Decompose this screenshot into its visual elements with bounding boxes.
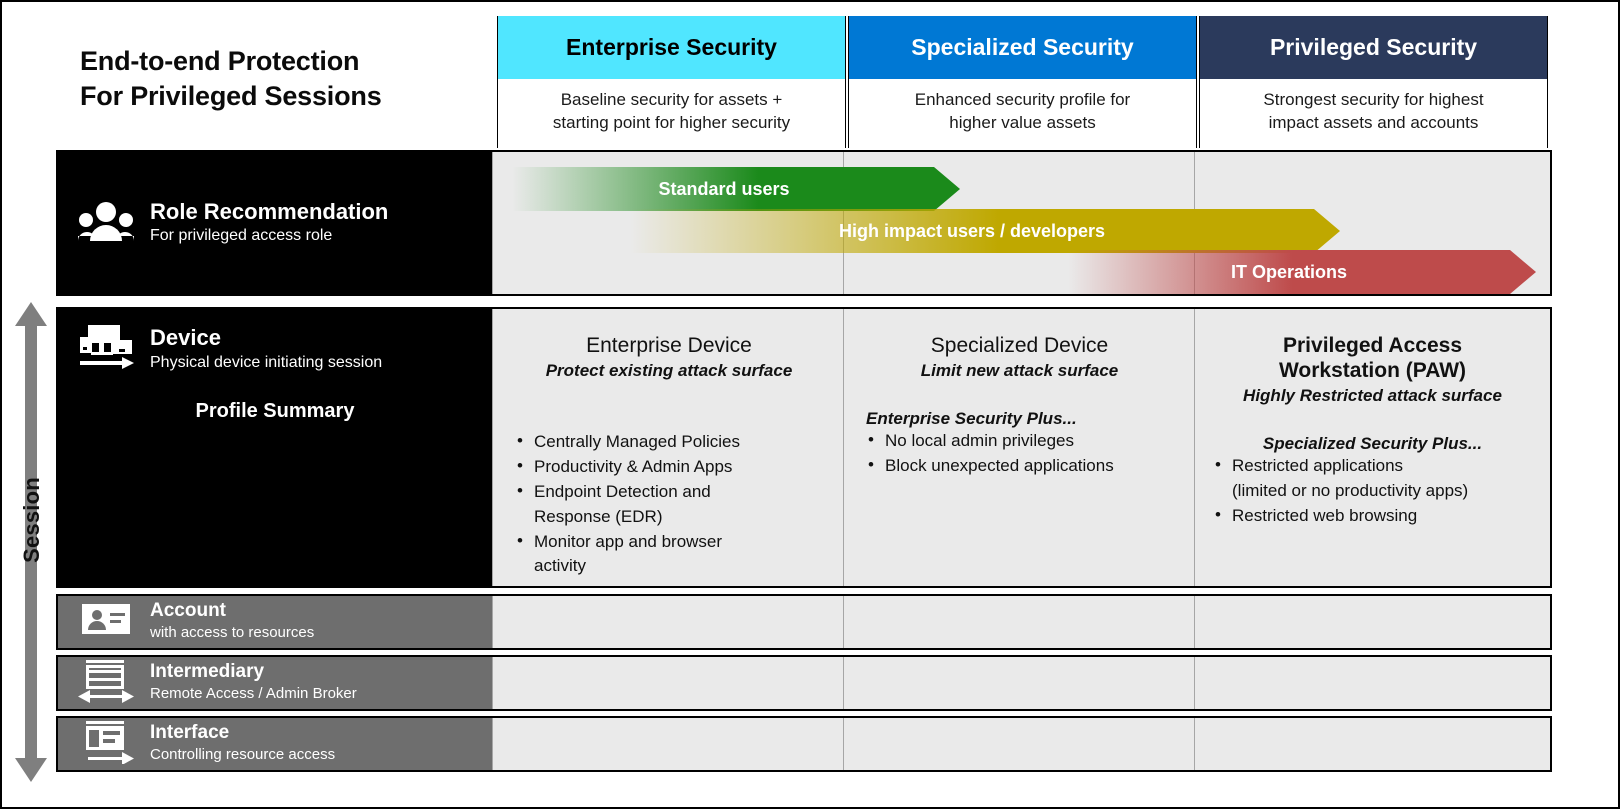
row-label-role-recommendation: Role Recommendation For privileged acces… <box>58 152 492 294</box>
device-cell-privileged-plus: Specialized Security Plus... <box>1262 434 1483 454</box>
device-cell-enterprise-bullets: Centrally Managed PoliciesProductivity &… <box>515 429 823 578</box>
bullet-item: Restricted applications(limited or no pr… <box>1213 453 1532 502</box>
interface-pane-specialized <box>844 718 1195 770</box>
bullet-item: Restricted web browsing <box>1213 503 1532 528</box>
device-cell-specialized-bullets: No local admin privilegesBlock unexpecte… <box>866 428 1173 478</box>
role-arrow-label-it-operations: IT Operations <box>1230 261 1347 282</box>
role-arrow-label-standard-users: Standard users <box>658 178 790 199</box>
row-subtitle-interface: Controlling resource access <box>150 746 336 764</box>
bullet-item: Centrally Managed Policies <box>515 429 823 454</box>
profile-summary-label: Profile Summary <box>195 400 355 422</box>
broker-window-icon <box>78 659 134 708</box>
bullet-item: Block unexpected applications <box>866 453 1173 478</box>
account-pane-enterprise <box>492 596 844 648</box>
row-device: Enterprise Device Protect existing attac… <box>56 307 1552 588</box>
row-label-account: Account with access to resources <box>58 596 492 648</box>
intermediary-pane-specialized <box>844 657 1195 709</box>
row-label-interface: Interface Controlling resource access <box>58 718 492 770</box>
interface-window-icon <box>78 720 134 769</box>
column-header-privileged-description: Strongest security for highest impact ass… <box>1263 90 1484 133</box>
role-arrow-label-high-impact-users: High impact users / developers <box>838 220 1106 241</box>
intermediary-pane-privileged <box>1195 657 1550 709</box>
row-label-intermediary: Intermediary Remote Access / Admin Broke… <box>58 657 492 709</box>
diagram-canvas: Session End-to-end Protection For Privil… <box>0 0 1620 809</box>
row-title-account: Account <box>150 600 226 622</box>
column-header-specialized-label: Specialized Security <box>911 34 1134 60</box>
row-title-device: Device <box>150 325 221 351</box>
device-cell-privileged-tagline: Highly Restricted attack surface <box>1243 386 1502 406</box>
column-header-enterprise-label: Enterprise Security <box>566 34 777 60</box>
row-subtitle-account: with access to resources <box>150 624 315 642</box>
bullet-item: No local admin privileges <box>866 428 1173 453</box>
device-cell-enterprise-tagline: Protect existing attack surface <box>545 361 793 381</box>
intermediary-pane-enterprise <box>492 657 844 709</box>
column-header-privileged-band: Privileged Security <box>1200 16 1547 79</box>
bullet-item: Productivity & Admin Apps <box>515 454 823 479</box>
session-axis-label: Session <box>19 477 44 563</box>
id-card-icon <box>78 602 134 641</box>
device-cell-specialized-tagline: Limit new attack surface <box>920 361 1119 381</box>
page-title-line-2: For Privileged Sessions <box>80 80 382 111</box>
device-pane-privileged: Privileged Access Workstation (PAW) Highl… <box>1195 309 1550 586</box>
device-cell-privileged-name: Privileged Access Workstation (PAW) <box>1278 334 1467 383</box>
row-label-device: Device Physical device initiating sessio… <box>58 309 492 586</box>
interface-pane-privileged <box>1195 718 1550 770</box>
row-subtitle-device: Physical device initiating session <box>150 353 383 371</box>
row-title-role-recommendation: Role Recommendation <box>150 198 389 224</box>
device-cell-specialized-plus: Enterprise Security Plus... <box>866 409 1077 429</box>
column-header-privileged[interactable]: Privileged Security Strongest security f… <box>1199 16 1548 148</box>
column-header-privileged-label: Privileged Security <box>1269 34 1478 60</box>
device-cell-privileged-bullets: Restricted applications(limited or no pr… <box>1213 453 1532 528</box>
row-subtitle-role-recommendation: For privileged access role <box>150 227 333 245</box>
device-cell-specialized: Specialized Device Limit new attack surf… <box>844 333 1195 479</box>
row-account: Account with access to resources <box>56 594 1552 650</box>
device-pane-enterprise: Enterprise Device Protect existing attac… <box>492 309 844 586</box>
device-pane-specialized: Specialized Device Limit new attack surf… <box>844 309 1195 586</box>
column-header-enterprise[interactable]: Enterprise Security Baseline security fo… <box>497 16 846 148</box>
row-role-recommendation: Standard users High impact users / devel… <box>56 150 1552 296</box>
session-axis: Session <box>8 302 54 782</box>
page-title: End-to-end Protection For Privileged Ses… <box>80 44 382 113</box>
device-cell-enterprise: Enterprise Device Protect existing attac… <box>493 333 845 579</box>
column-header-enterprise-description: Baseline security for assets + starting p… <box>552 90 791 133</box>
row-intermediary: Intermediary Remote Access / Admin Broke… <box>56 655 1552 711</box>
row-title-interface: Interface <box>150 722 230 744</box>
device-cell-enterprise-name: Enterprise Device <box>586 334 752 357</box>
account-pane-privileged <box>1195 596 1550 648</box>
people-group-icon <box>77 201 135 246</box>
bullet-item: Endpoint Detection andResponse (EDR) <box>515 479 823 528</box>
interface-pane-enterprise <box>492 718 844 770</box>
device-cell-specialized-name: Specialized Device <box>930 334 1109 357</box>
row-subtitle-intermediary: Remote Access / Admin Broker <box>150 685 357 703</box>
column-header-specialized-description: Enhanced security profile for higher valu… <box>914 90 1131 133</box>
column-header-specialized[interactable]: Specialized Security Enhanced security p… <box>848 16 1197 148</box>
device-cell-privileged: Privileged Access Workstation (PAW) Highl… <box>1195 333 1550 529</box>
row-interface: Interface Controlling resource access <box>56 716 1552 772</box>
column-header-enterprise-band: Enterprise Security <box>498 16 845 79</box>
bullet-item: Monitor app and browseractivity <box>515 529 823 578</box>
row-title-intermediary: Intermediary <box>150 661 265 683</box>
page-title-line-1: End-to-end Protection <box>80 46 360 76</box>
device-monitor-icon <box>78 323 134 376</box>
column-header-specialized-band: Specialized Security <box>849 16 1196 79</box>
account-pane-specialized <box>844 596 1195 648</box>
